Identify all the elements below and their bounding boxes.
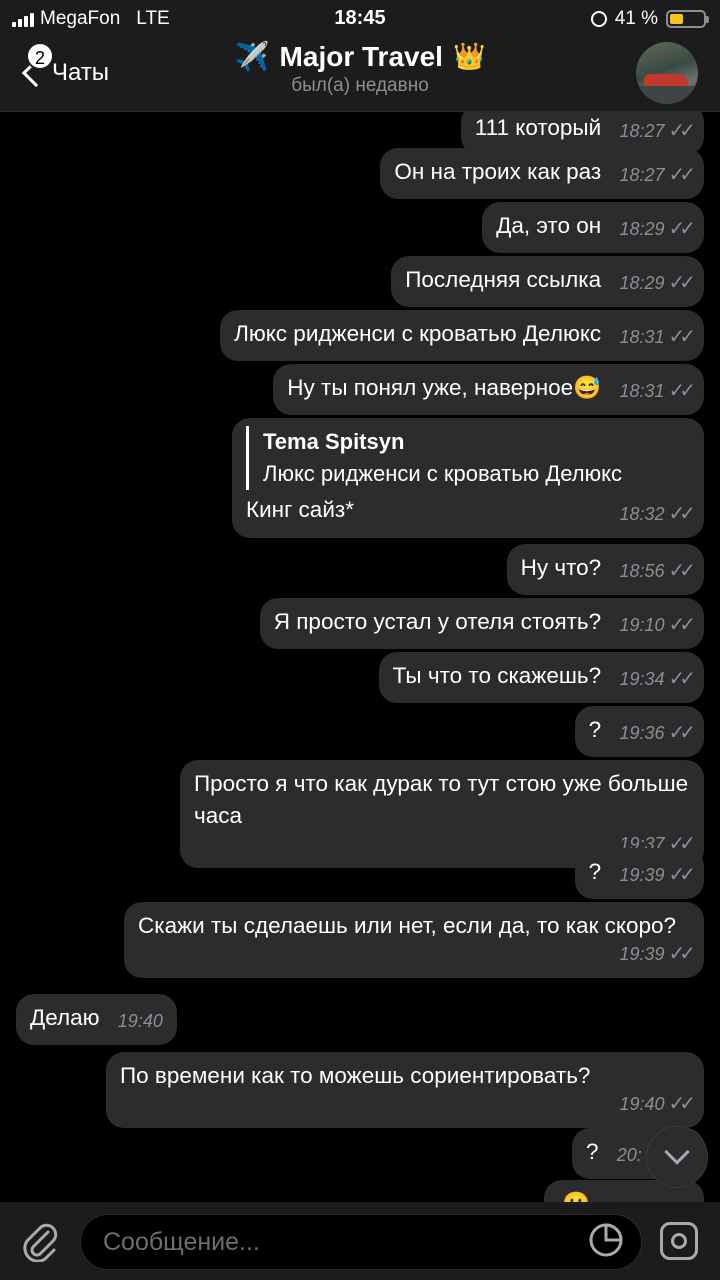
read-checkmarks-icon: ✓✓ bbox=[668, 164, 695, 186]
message-input[interactable]: Сообщение... bbox=[80, 1214, 642, 1270]
status-bar: MegaFon LTE 18:45 41 % bbox=[0, 0, 720, 36]
message-bubble[interactable]: Ну ты понял уже, наверное😅 18:31 ✓✓ bbox=[273, 364, 704, 415]
battery-icon bbox=[666, 10, 709, 28]
read-checkmarks-icon: ✓✓ bbox=[668, 560, 695, 582]
message-bubble[interactable]: Я просто устал у отеля стоять? 19:10 ✓✓ bbox=[259, 598, 704, 649]
message-text: Ты что то скажешь? bbox=[392, 663, 602, 688]
crown-emoji-icon: 👑 bbox=[452, 41, 486, 71]
message-text: Кинг сайз* bbox=[246, 497, 354, 522]
message-text: ? bbox=[586, 1139, 599, 1164]
message-text: Он на троих как раз bbox=[394, 159, 602, 184]
last-seen-status: был(а) недавно bbox=[291, 75, 429, 96]
quoted-reply[interactable]: Tema Spitsyn Люкс ридженси с кроватью Де… bbox=[246, 426, 690, 490]
message-text: ? bbox=[588, 859, 602, 884]
message-text: 111 который bbox=[474, 115, 602, 140]
message-time: 18:27 bbox=[619, 165, 665, 185]
message-bubble[interactable]: Люкс ридженси с кроватью Делюкс 18:31 ✓✓ bbox=[220, 310, 704, 361]
paperclip-icon[interactable] bbox=[20, 1220, 58, 1262]
message-bubble[interactable]: Скажи ты сделаешь или нет, если да, то к… bbox=[124, 902, 704, 978]
message-bubble[interactable]: ? 19:39 ✓✓ bbox=[574, 848, 704, 899]
read-checkmarks-icon: ✓✓ bbox=[668, 668, 695, 690]
message-bubble[interactable]: Ты что то скажешь? 19:34 ✓✓ bbox=[378, 652, 704, 703]
camera-icon[interactable] bbox=[660, 1222, 698, 1260]
message-time: 19:34 bbox=[619, 669, 665, 689]
message-text: Да, это он bbox=[496, 213, 602, 238]
read-checkmarks-icon: ✓✓ bbox=[668, 1093, 695, 1115]
message-composer: Сообщение... bbox=[0, 1202, 720, 1280]
message-time: 18:29 bbox=[619, 219, 665, 239]
chevron-down-icon bbox=[664, 1139, 690, 1165]
message-time: 18:31 bbox=[619, 327, 665, 347]
chat-title-area[interactable]: ✈️ Major Travel 👑 был(а) недавно bbox=[0, 40, 720, 97]
message-time: 19:10 bbox=[619, 615, 665, 635]
message-time: 18:29 bbox=[619, 273, 665, 293]
message-bubble[interactable]: Он на троих как раз 18:27 ✓✓ bbox=[380, 148, 704, 199]
message-bubble[interactable]: Да, это он 18:29 ✓✓ bbox=[482, 202, 704, 253]
message-time: 18:31 bbox=[619, 381, 665, 401]
read-checkmarks-icon: ✓✓ bbox=[668, 380, 695, 402]
airplane-emoji-icon: ✈️ bbox=[234, 41, 270, 72]
read-checkmarks-icon: ✓✓ bbox=[668, 503, 695, 525]
message-text: Последняя ссылка bbox=[405, 267, 602, 292]
message-time: 18:32 bbox=[619, 504, 665, 524]
message-text: Просто я что как дурак то тут стою уже б… bbox=[194, 771, 689, 828]
message-text: Делаю bbox=[30, 1005, 100, 1030]
message-emoji: 😮 bbox=[562, 1191, 590, 1202]
alarm-icon bbox=[590, 11, 607, 27]
message-bubble[interactable]: Ну что? 18:56 ✓✓ bbox=[506, 544, 704, 595]
reply-message-bubble[interactable]: Tema Spitsyn Люкс ридженси с кроватью Де… bbox=[232, 418, 704, 538]
read-checkmarks-icon: ✓✓ bbox=[668, 614, 695, 636]
battery-percent: 41 % bbox=[614, 8, 658, 29]
message-list[interactable]: 111 который 18:27 ✓✓ Он на троих как раз … bbox=[0, 112, 720, 1202]
read-checkmarks-icon: ✓✓ bbox=[668, 943, 695, 965]
read-checkmarks-icon: ✓✓ bbox=[668, 326, 695, 348]
read-checkmarks-icon: ✓✓ bbox=[668, 722, 695, 744]
sticker-icon[interactable] bbox=[588, 1222, 624, 1258]
message-time: 20: bbox=[616, 1145, 642, 1165]
message-text: Ну что? bbox=[520, 555, 602, 580]
message-time: 19:39 bbox=[619, 865, 665, 885]
message-text: Я просто устал у отеля стоять? bbox=[273, 609, 602, 634]
chat-title: Major Travel bbox=[279, 40, 443, 72]
reply-quote-text: Люкс ридженси с кроватью Делюкс bbox=[263, 461, 622, 486]
message-text: Люкс ридженси с кроватью Делюкс bbox=[234, 321, 602, 346]
message-time: 19:40 bbox=[619, 1094, 665, 1114]
message-text: Скажи ты сделаешь или нет, если да, то к… bbox=[138, 913, 677, 938]
message-time: 19:40 bbox=[117, 1011, 163, 1031]
read-checkmarks-icon: ✓✓ bbox=[668, 272, 695, 294]
contact-avatar[interactable] bbox=[636, 42, 698, 104]
read-checkmarks-icon: ✓✓ bbox=[668, 864, 695, 886]
message-time: 18:56 bbox=[619, 561, 665, 581]
scroll-down-button[interactable] bbox=[646, 1126, 708, 1188]
message-time: 19:39 bbox=[619, 944, 665, 964]
read-checkmarks-icon: ✓✓ bbox=[668, 218, 695, 240]
message-time: 18:27 bbox=[619, 121, 665, 141]
message-text: Ну ты понял уже, наверное😅 bbox=[287, 375, 602, 400]
chat-header: 2 Чаты ✈️ Major Travel 👑 был(а) недавно bbox=[0, 36, 720, 112]
message-bubble[interactable]: ? 19:36 ✓✓ bbox=[574, 706, 704, 757]
reply-author: Tema Spitsyn bbox=[263, 429, 405, 454]
message-bubble[interactable]: По времени как то можешь сориентировать?… bbox=[106, 1052, 704, 1128]
incoming-message-bubble[interactable]: Делаю 19:40 bbox=[16, 994, 177, 1045]
message-time: 19:36 bbox=[619, 723, 665, 743]
message-input-placeholder: Сообщение... bbox=[103, 1227, 260, 1256]
message-bubble[interactable]: Последняя ссылка 18:29 ✓✓ bbox=[391, 256, 704, 307]
message-text: ? bbox=[588, 717, 602, 742]
read-checkmarks-icon: ✓✓ bbox=[668, 120, 695, 142]
